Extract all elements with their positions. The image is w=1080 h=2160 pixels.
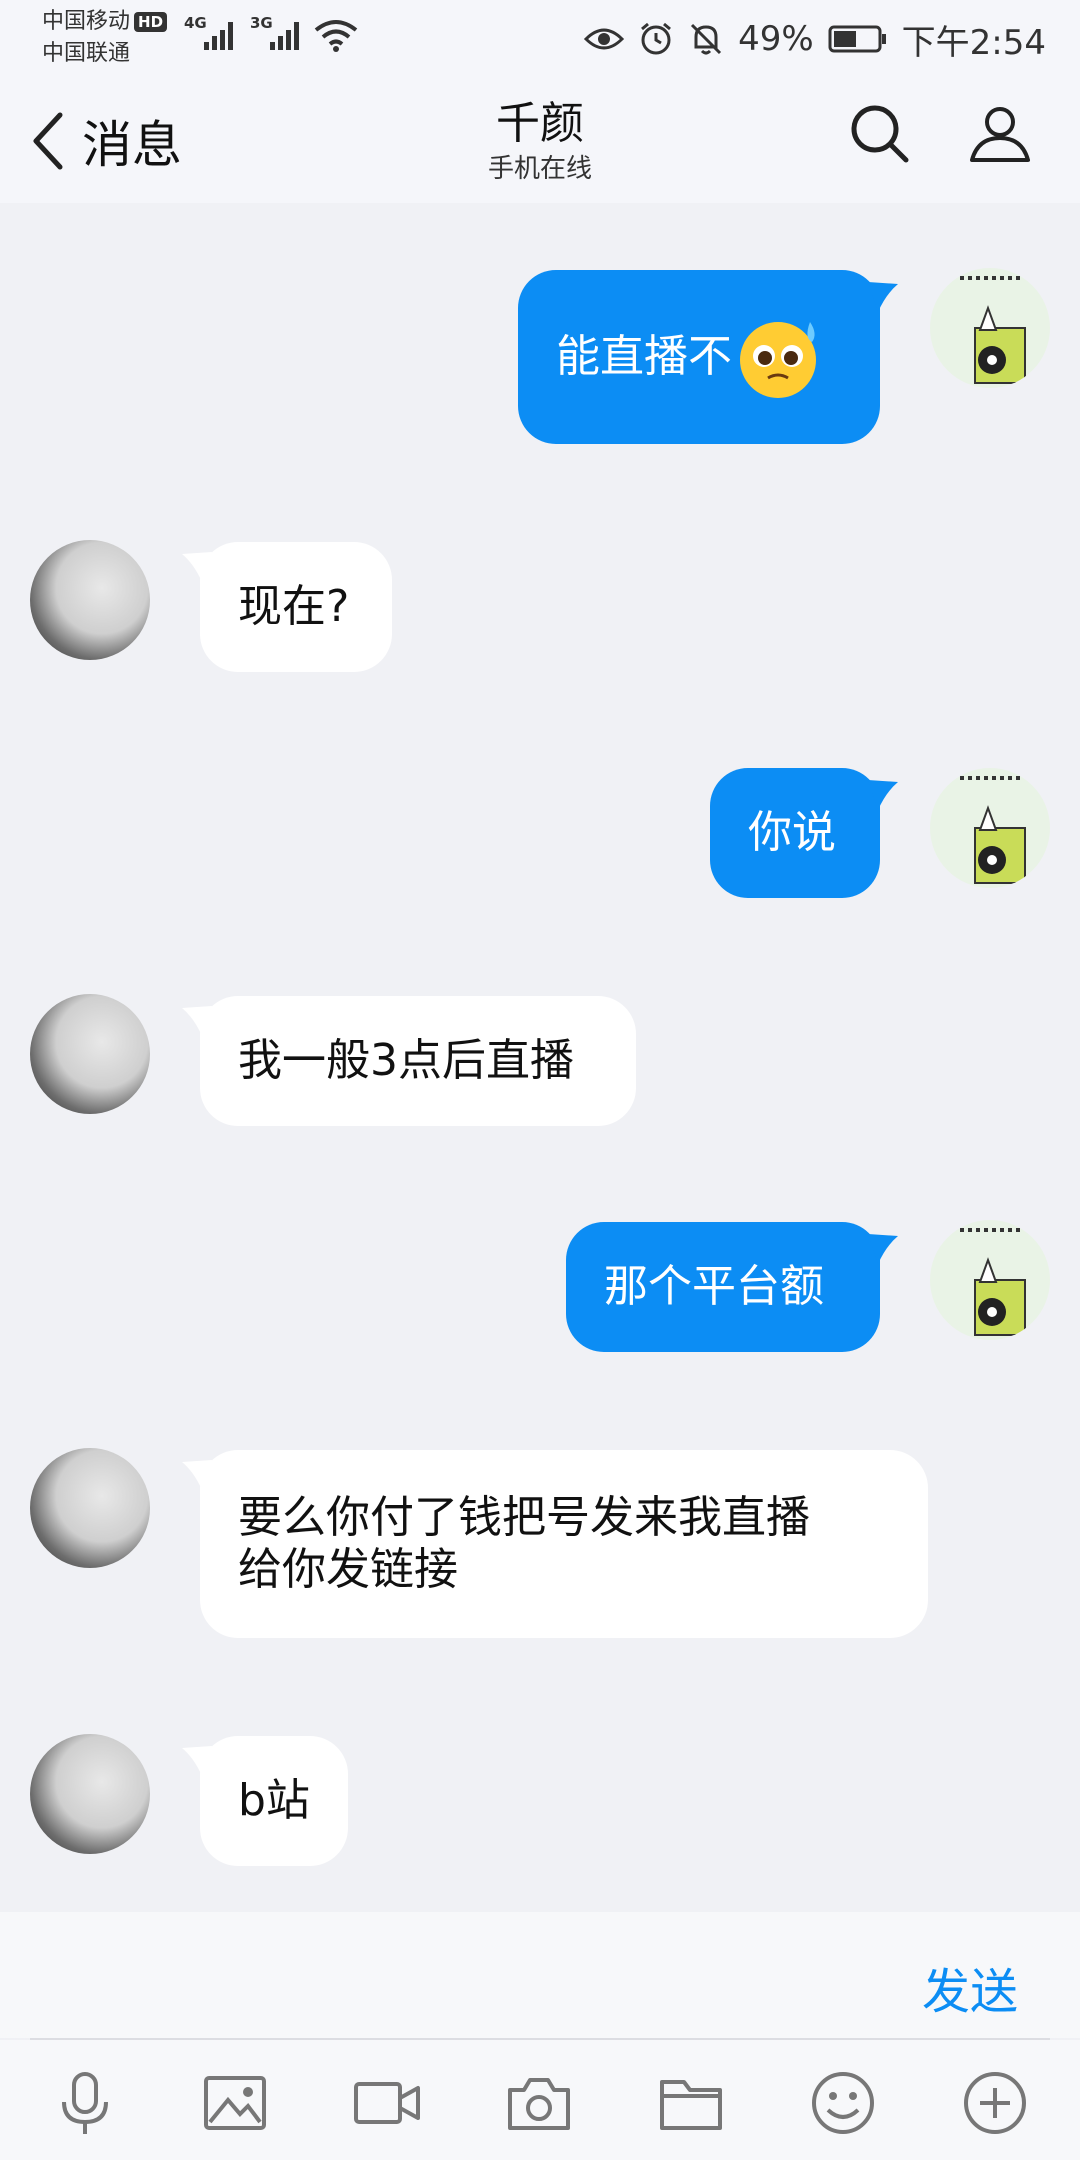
message-text: 现在? — [238, 581, 350, 632]
message-text: 你说 — [748, 807, 836, 858]
hd-badge: HD — [134, 12, 168, 32]
message-input[interactable] — [30, 1932, 890, 2018]
microphone-button[interactable] — [50, 2068, 120, 2138]
message-text: 我一般3点后直播 — [238, 1035, 574, 1086]
carriers: 中国移动 HD 中国联通 — [42, 6, 168, 70]
avatar-image — [960, 776, 1026, 884]
camera-button[interactable] — [504, 2068, 574, 2138]
message-bubble[interactable]: b站 — [200, 1736, 348, 1866]
message-text: b站 — [238, 1775, 310, 1826]
video-icon — [354, 2082, 420, 2124]
plus-button[interactable] — [960, 2068, 1030, 2138]
microphone-icon — [62, 2072, 108, 2134]
status-bar: 中国移动 HD 中国联通 4G 3G 49% 下午2:54 — [0, 0, 1080, 78]
signal-4g-icon: 4G — [184, 14, 244, 58]
folder-icon — [660, 2080, 722, 2130]
alarm-icon — [641, 22, 672, 55]
chat-toolbar — [0, 2040, 1080, 2160]
bubble-tail — [868, 1234, 898, 1264]
chevron-left-icon — [33, 112, 63, 170]
message-bubble[interactable]: 你说 — [710, 768, 880, 898]
contact-name: 千颜 — [496, 98, 584, 149]
contact-avatar[interactable] — [30, 540, 150, 660]
message-bubble[interactable]: 我一般3点后直播 — [200, 996, 636, 1126]
plus-icon — [964, 2072, 1026, 2134]
person-icon — [970, 107, 1030, 162]
message-text-line: 要么你付了钱把号发来我直播 — [238, 1492, 810, 1543]
chat-header: 消息 千颜 手机在线 — [0, 78, 1080, 203]
carrier-1: 中国移动 — [42, 9, 131, 34]
mute-bell-icon — [691, 23, 722, 55]
my-avatar[interactable] — [930, 768, 1050, 888]
contact-avatar[interactable] — [30, 994, 150, 1114]
my-avatar[interactable] — [930, 1220, 1050, 1340]
emoji-button[interactable] — [808, 2068, 878, 2138]
contact-avatar[interactable] — [30, 1734, 150, 1854]
send-button[interactable]: 发送 — [922, 1952, 1018, 2022]
online-status: 手机在线 — [487, 154, 592, 184]
message-text: 那个平台额 — [604, 1261, 824, 1312]
image-icon — [204, 2076, 266, 2130]
emoji-icon — [812, 2072, 874, 2134]
profile-button[interactable] — [968, 102, 1032, 170]
status-right: 49% 下午2:54 — [584, 14, 1046, 64]
message-text: 能直播不 — [556, 331, 732, 382]
pleading-face-emoji — [740, 322, 816, 398]
folder-button[interactable] — [656, 2068, 726, 2138]
search-button[interactable] — [848, 102, 912, 170]
message-bubble[interactable]: 那个平台额 — [566, 1222, 880, 1352]
message-bubble[interactable]: 现在? — [200, 542, 392, 672]
signal-3g-icon: 3G — [250, 14, 310, 58]
clock: 下午2:54 — [901, 22, 1046, 63]
bubble-tail — [868, 282, 898, 312]
battery-percent: 49% — [738, 19, 814, 59]
eye-icon — [584, 28, 625, 50]
message-input-bar: 发送 — [0, 1912, 1080, 2038]
bubble-tail — [868, 780, 898, 810]
wifi-icon — [314, 18, 358, 58]
camera-icon — [508, 2078, 570, 2130]
message-bubble[interactable]: 要么你付了钱把号发来我直播 给你发链接 — [200, 1450, 928, 1638]
message-text-line: 给你发链接 — [238, 1544, 458, 1595]
contact-avatar[interactable] — [30, 1448, 150, 1568]
avatar-image — [960, 1228, 1026, 1336]
back-label: 消息 — [82, 116, 182, 174]
my-avatar[interactable] — [930, 268, 1050, 388]
carrier-2: 中国联通 — [42, 41, 131, 66]
image-button[interactable] — [200, 2068, 270, 2138]
avatar-image — [960, 276, 1026, 384]
message-bubble[interactable]: 能直播不 — [518, 270, 880, 444]
video-button[interactable] — [352, 2068, 422, 2138]
battery-icon — [828, 25, 886, 53]
contact-title[interactable]: 千颜 手机在线 — [340, 96, 740, 186]
back-button[interactable]: 消息 — [30, 106, 182, 176]
search-icon — [851, 105, 909, 163]
